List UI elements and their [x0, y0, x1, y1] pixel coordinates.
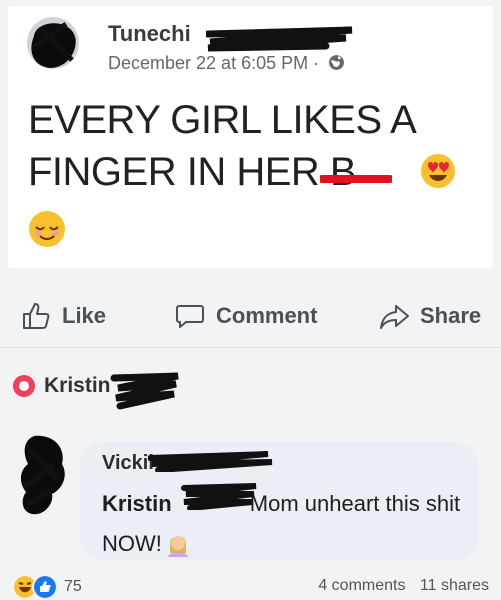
- post-text-line-1: EVERY GIRL LIKES A: [28, 98, 417, 142]
- divider: [0, 347, 501, 348]
- comment-bubble: Vickii Kristin Mom unheart this shit NOW…: [80, 442, 478, 560]
- like-reaction-icon: [32, 574, 58, 600]
- redaction-scribble: [110, 372, 179, 410]
- post-actions: Like Comment Share: [0, 288, 501, 344]
- comments-count[interactable]: 4 comments: [318, 577, 405, 594]
- post-text-line-2-text: FINGER IN HER B: [28, 150, 357, 194]
- comment-button[interactable]: Comment: [174, 298, 317, 334]
- thumbs-up-icon: [23, 303, 50, 329]
- reaction-count: 75: [64, 578, 82, 595]
- redaction-scribble: [181, 483, 257, 510]
- share-arrow-icon: [380, 305, 409, 329]
- author-name[interactable]: Tunechi: [108, 21, 191, 47]
- comment-mention[interactable]: Kristin: [102, 491, 172, 516]
- reaction-summary[interactable]: 75: [12, 574, 82, 600]
- reaction-context: Kristin: [12, 370, 111, 402]
- globe-icon: [329, 55, 345, 70]
- redaction-scribble: [206, 26, 353, 52]
- author-avatar[interactable]: [26, 16, 80, 70]
- comment-label: Comment: [216, 303, 318, 328]
- like-button[interactable]: Like: [20, 298, 106, 334]
- redaction-scribble: [148, 451, 273, 472]
- red-mark: [320, 175, 392, 183]
- post-text-line-2: FINGER IN HER B: [28, 146, 478, 198]
- meta-separator: ·: [313, 53, 320, 73]
- shares-count[interactable]: 11 shares: [420, 577, 489, 594]
- heart-reaction-icon: [13, 375, 35, 397]
- commenter-avatar-scribble[interactable]: [14, 430, 72, 522]
- woman-facepalming-emoji-icon: [167, 536, 188, 557]
- relieved-emoji-icon: [29, 211, 65, 247]
- like-label: Like: [62, 303, 107, 328]
- post-text: EVERY GIRL LIKES A FINGER IN HER B: [28, 94, 478, 198]
- post-timestamp[interactable]: December 22 at 6:05 PM: [108, 53, 308, 73]
- heart-eyes-emoji-icon: [421, 154, 456, 188]
- share-label: Share: [420, 303, 482, 328]
- post-meta: December 22 at 6:05 PM ·: [108, 53, 345, 74]
- share-button[interactable]: Share: [378, 298, 481, 334]
- post-card: Tunechi December 22 at 6:05 PM · EVERY G…: [8, 6, 493, 268]
- comment-author[interactable]: Vickii: [102, 452, 154, 475]
- comment-text: Kristin Mom unheart this shit NOW!: [102, 484, 472, 564]
- comment-bubble-icon: [176, 305, 204, 328]
- post-footer: 75 4 comments 11 shares: [0, 572, 501, 600]
- engagement-counts: 4 comments 11 shares: [318, 577, 489, 595]
- reactor-name[interactable]: Kristin: [44, 374, 111, 398]
